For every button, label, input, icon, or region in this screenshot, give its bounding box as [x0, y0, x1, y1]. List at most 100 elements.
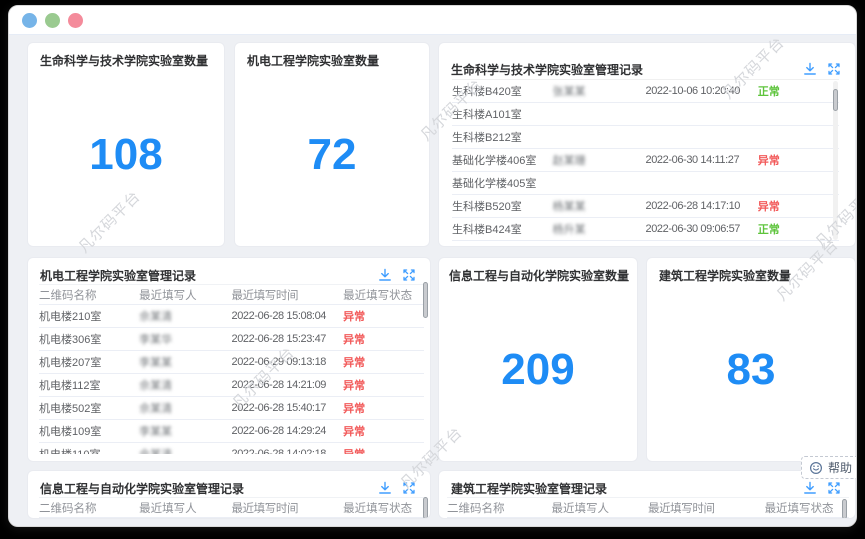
card-title: 生命科学与技术学院实验室数量 — [40, 53, 209, 68]
download-icon[interactable] — [378, 481, 392, 495]
table-header-row: 二维码名称 最近填写人 最近填写时间 最近填写状态 — [39, 285, 424, 305]
stat-value: 108 — [89, 129, 163, 179]
table-row: 机电楼210室 佘某清 2022-06-28 15:08:04 异常 — [39, 305, 424, 328]
expand-icon[interactable] — [402, 268, 416, 282]
card-title: 生命科学与技术学院实验室管理记录 — [451, 62, 644, 77]
table-header-row: 二维码名称 最近填写人 最近填写时间 最近填写状态 — [447, 498, 849, 518]
window-titlebar — [9, 6, 856, 35]
status-badge: 异常 — [343, 334, 366, 346]
expand-icon[interactable] — [827, 481, 841, 495]
table-row: 生科楼B420室 张某某 2022-10-06 10:20:40 正常 — [452, 80, 839, 103]
column-header: 二维码名称 — [39, 289, 97, 302]
qr-name: 基础化学楼405室 — [452, 178, 537, 190]
download-icon[interactable] — [803, 481, 817, 495]
fill-time: 2022-06-28 15:40:17 — [231, 402, 327, 414]
expand-icon[interactable] — [402, 481, 416, 495]
card-title: 建筑工程学院实验室管理记录 — [451, 481, 608, 496]
status-badge: 异常 — [343, 380, 366, 392]
column-header: 二维码名称 — [447, 502, 505, 515]
table-row: 机电楼110室 佘某清 2022-06-28 14:02:18 异常 — [39, 443, 424, 454]
table-row: 生科楼B212室 — [452, 126, 839, 149]
table-card-arch-records: 建筑工程学院实验室管理记录 二维码名称 最近填写人 最近填写时间 最近填写状态 — [438, 470, 856, 519]
card-title: 机电工程学院实验室管理记录 — [40, 268, 197, 283]
scrollbar-thumb[interactable] — [423, 282, 428, 318]
window-dot-green[interactable] — [45, 12, 60, 28]
person-name: 李某华 — [139, 334, 173, 346]
card-title: 信息工程与自动化学院实验室管理记录 — [40, 481, 245, 496]
table-row: 基础化学楼405室 — [452, 172, 839, 195]
table-row: 生科楼A101室 — [452, 103, 839, 126]
stat-card-mech-count: 机电工程学院实验室数量 72 — [234, 42, 430, 247]
person-name: 佘某清 — [139, 403, 173, 415]
fill-time: 2022-06-28 15:23:47 — [231, 333, 327, 345]
help-icon — [809, 461, 823, 474]
person-name: 佘某清 — [139, 311, 173, 323]
dashboard-content: 生命科学与技术学院实验室数量 108 机电工程学院实验室数量 72 生命科学与技… — [9, 35, 856, 519]
table-row: 机电楼207室 李某某 2022-06-29 09:13:18 异常 — [39, 351, 424, 374]
table-row: 生科楼B424室 杨升某 2022-06-30 09:06:57 正常 — [452, 218, 839, 241]
card-title: 建筑工程学院实验室数量 — [659, 268, 792, 283]
qr-name: 机电楼210室 — [39, 311, 102, 323]
column-header: 最近填写状态 — [343, 502, 413, 515]
person-name: 杨某某 — [552, 201, 586, 213]
column-header: 最近填写时间 — [647, 502, 715, 515]
column-header: 最近填写状态 — [764, 502, 834, 515]
window-dot-red[interactable] — [68, 12, 83, 28]
qr-name: 机电楼502室 — [39, 403, 102, 415]
table-row: 基础化学楼406室 赵某珊 2022-06-30 14:11:27 异常 — [452, 149, 839, 172]
window-dot-blue[interactable] — [22, 12, 37, 28]
stat-card-info-count: 信息工程与自动化学院实验室数量 209 — [438, 257, 638, 462]
fill-time: 2022-06-28 14:21:09 — [231, 379, 327, 391]
person-name: 李某某 — [139, 426, 173, 438]
qr-name: 机电楼112室 — [39, 380, 101, 392]
status-badge: 正常 — [757, 224, 780, 236]
card-title: 信息工程与自动化学院实验室数量 — [449, 268, 630, 283]
column-header: 二维码名称 — [39, 502, 97, 515]
expand-icon[interactable] — [827, 62, 841, 76]
qr-name: 生科楼B424室 — [452, 224, 522, 236]
qr-name: 机电楼109室 — [39, 426, 102, 438]
records-table: 二维码名称 最近填写人 最近填写时间 最近填写状态 机电楼210室 佘某清 20… — [39, 284, 424, 454]
person-name: 李某某 — [139, 357, 173, 369]
qr-name: 生科楼A101室 — [452, 109, 522, 121]
table-row: 生科楼B520室 杨某某 2022-06-28 14:17:10 异常 — [452, 195, 839, 218]
table-card-info-records: 信息工程与自动化学院实验室管理记录 二维码名称 最近填写人 最近填写时间 最近填… — [27, 470, 431, 519]
table-row: 机电楼109室 李某某 2022-06-28 14:29:24 异常 — [39, 420, 424, 443]
person-name: 杨升某 — [552, 224, 586, 236]
table-card-life-records: 生命科学与技术学院实验室管理记录 生科楼B420室 张某某 2022-10-06… — [438, 42, 856, 247]
column-header: 最近填写状态 — [343, 289, 413, 302]
scrollbar-thumb[interactable] — [842, 499, 847, 518]
status-badge: 异常 — [343, 426, 366, 438]
fill-time: 2022-06-28 14:17:10 — [645, 200, 741, 212]
stat-value: 72 — [307, 129, 357, 179]
column-header: 最近填写时间 — [231, 289, 299, 302]
column-header: 最近填写人 — [139, 502, 197, 515]
app-window: 生命科学与技术学院实验室数量 108 机电工程学院实验室数量 72 生命科学与技… — [8, 5, 857, 527]
status-badge: 异常 — [757, 201, 780, 213]
fill-time: 2022-10-06 10:20:40 — [645, 85, 741, 97]
fill-time: 2022-06-30 09:06:57 — [645, 223, 741, 235]
column-header: 最近填写人 — [139, 289, 197, 302]
qr-name: 机电楼110室 — [39, 446, 139, 454]
fill-time: 2022-06-28 15:08:04 — [231, 310, 327, 322]
stat-card-life-count: 生命科学与技术学院实验室数量 108 — [27, 42, 225, 247]
status-badge: 异常 — [343, 446, 424, 454]
stat-value: 83 — [726, 344, 776, 394]
table-header-row: 二维码名称 最近填写人 最近填写时间 最近填写状态 — [39, 498, 424, 518]
qr-name: 机电楼207室 — [39, 357, 102, 369]
table-card-mech-records: 机电工程学院实验室管理记录 二维码名称 最近填写人 最近填写时间 最近填写状态 … — [27, 257, 431, 462]
help-button[interactable]: 帮助 — [801, 456, 856, 479]
qr-name: 基础化学楼406室 — [452, 155, 537, 167]
download-icon[interactable] — [378, 268, 392, 282]
help-label: 帮助 — [828, 461, 853, 475]
card-title: 机电工程学院实验室数量 — [247, 53, 380, 68]
status-badge: 正常 — [757, 86, 780, 98]
scrollbar-thumb[interactable] — [423, 497, 428, 518]
qr-name: 生科楼B212室 — [452, 132, 522, 144]
fill-time: 2022-06-29 09:13:18 — [231, 356, 327, 368]
download-icon[interactable] — [803, 62, 817, 76]
status-badge: 异常 — [343, 403, 366, 415]
scrollbar-thumb[interactable] — [833, 89, 838, 111]
column-header: 最近填写人 — [551, 502, 610, 515]
fill-time: 2022-06-30 14:11:27 — [645, 154, 740, 166]
